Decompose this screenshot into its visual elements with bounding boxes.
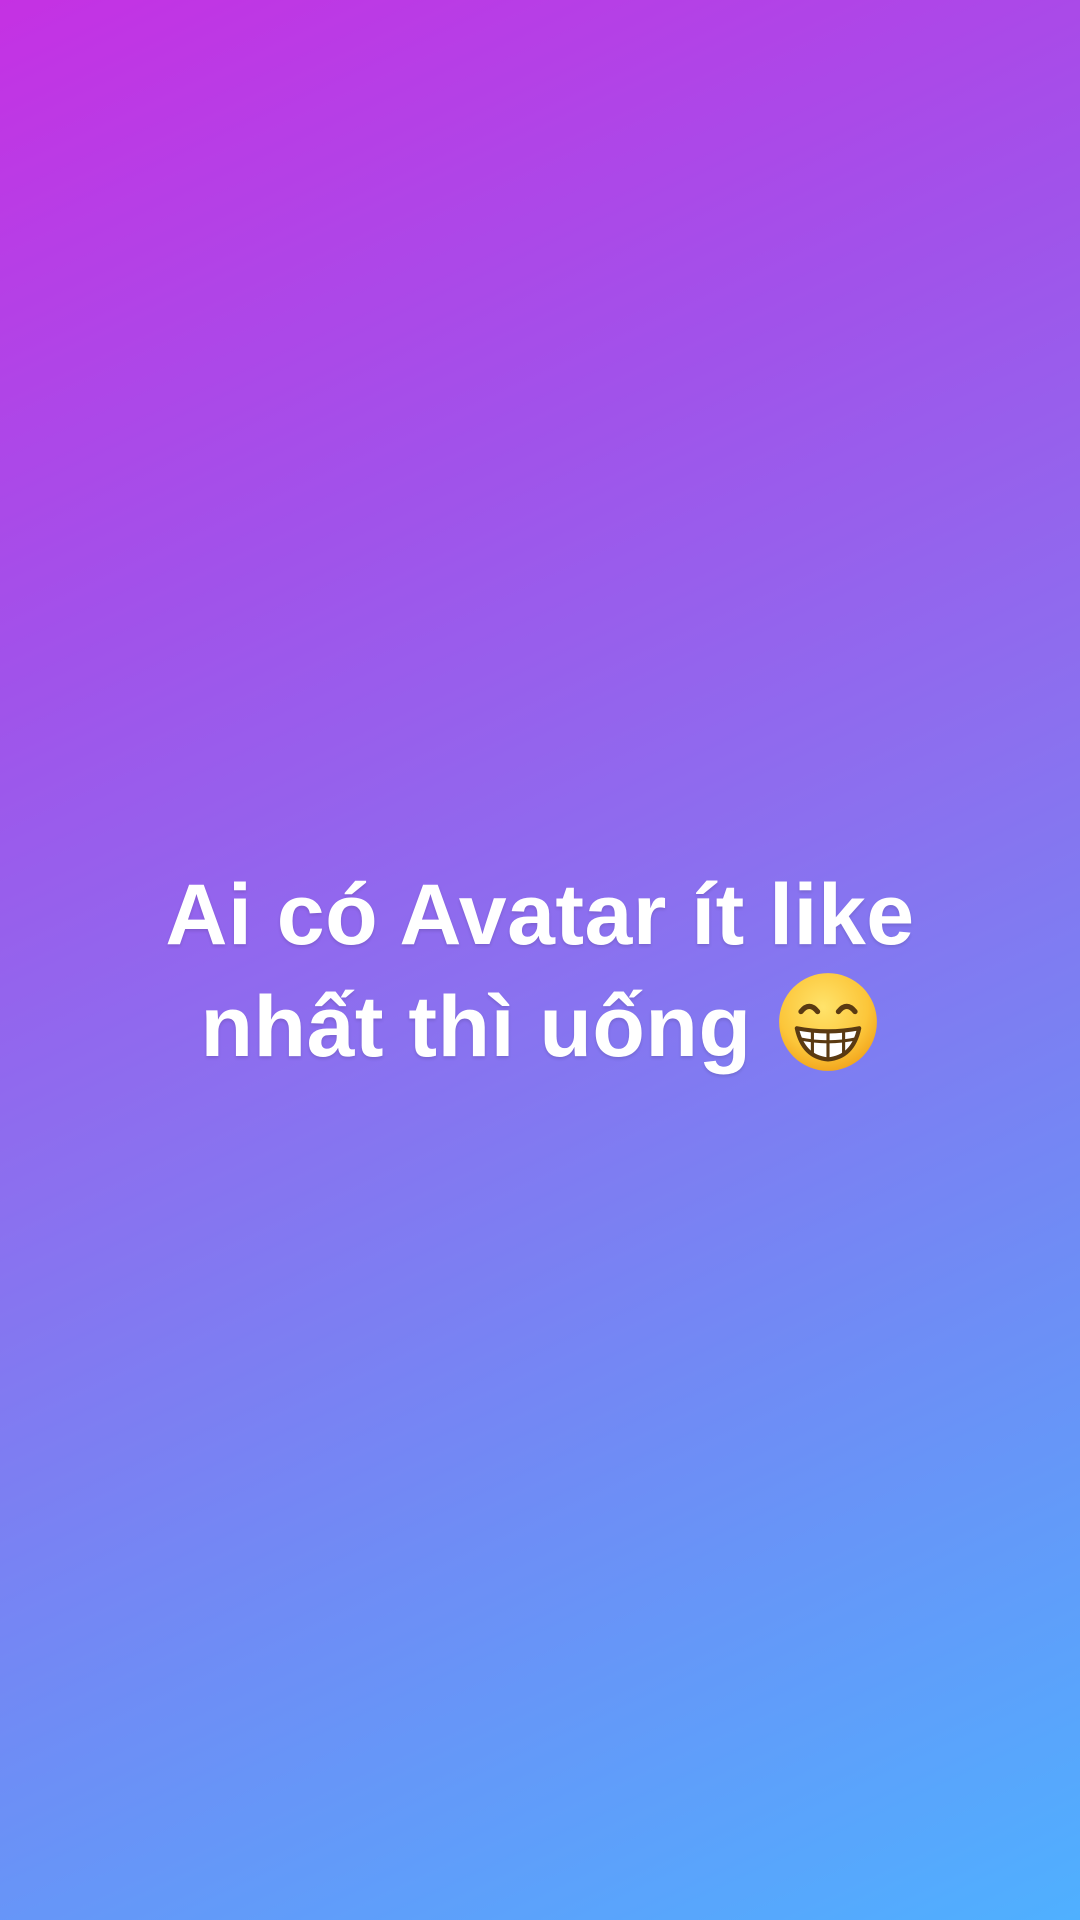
story-canvas: Ai có Avatar ít like nhất thì uống bbox=[0, 0, 1080, 1920]
caption-line-2: nhất thì uống bbox=[200, 979, 752, 1075]
caption-line-2-wrapper: nhất thì uống bbox=[0, 970, 1080, 1082]
caption-line-1: Ai có Avatar ít like bbox=[165, 867, 915, 963]
story-caption: Ai có Avatar ít like nhất thì uống bbox=[0, 860, 1080, 1082]
grinning-face-icon bbox=[776, 970, 880, 1074]
